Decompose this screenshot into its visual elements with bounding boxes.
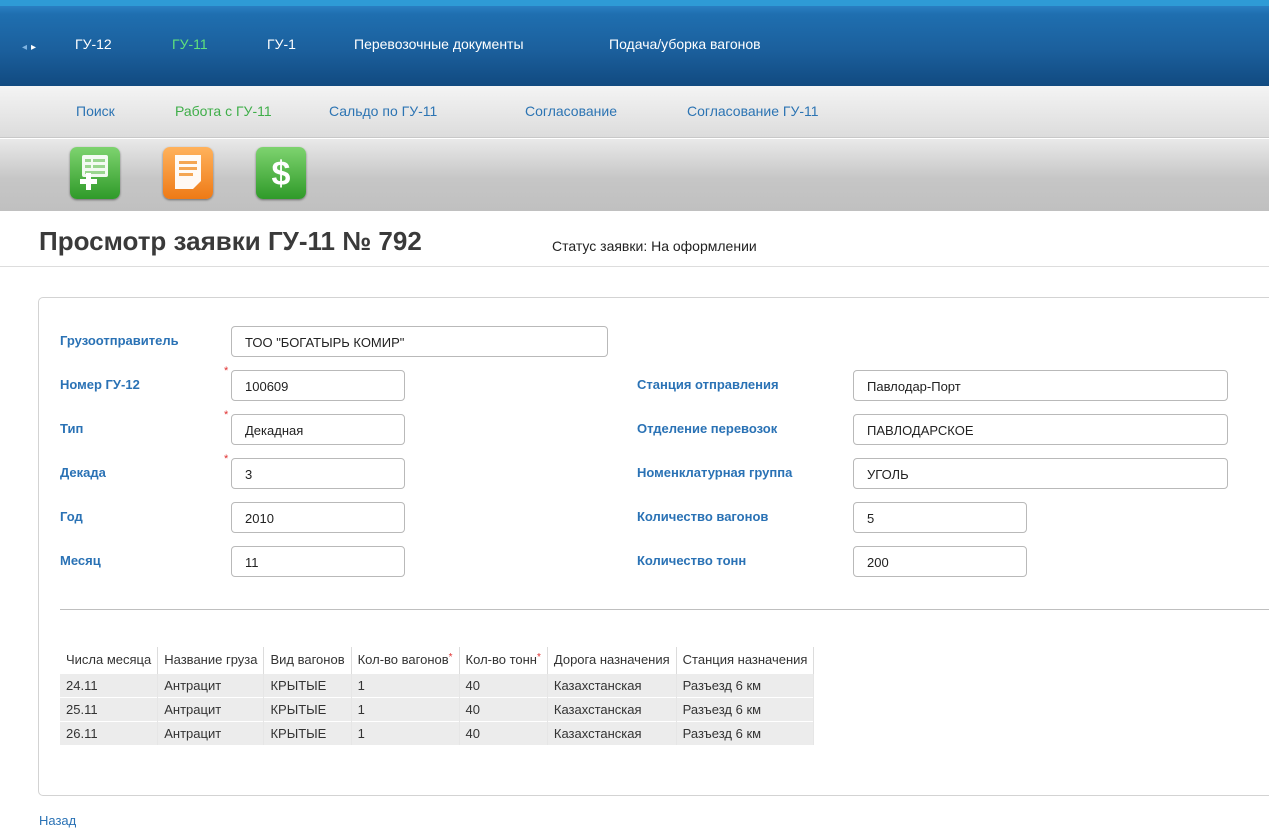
subnav-item-approval-gu11[interactable]: Согласование ГУ-11 — [687, 103, 819, 119]
cell-wagon-count: 1 — [351, 720, 460, 745]
page-title: Просмотр заявки ГУ-11 № 792 — [39, 226, 422, 256]
year-field[interactable]: 2010 — [231, 502, 405, 533]
nav-item-gu11[interactable]: ГУ-11 — [172, 36, 208, 52]
departure-station-field[interactable]: Павлодар-Порт — [853, 370, 1228, 401]
decade-label: Декада — [60, 465, 106, 480]
required-marker: * — [224, 409, 229, 421]
main-nav-bar: ◂▸ ГУ-12 ГУ-11 ГУ-1 Перевозочные докумен… — [0, 0, 1269, 86]
subnav-item-approval[interactable]: Согласование — [525, 103, 617, 119]
col-header-wagon-count: Кол-во вагонов* — [351, 647, 460, 673]
request-status: Статус заявки: На оформлении — [552, 238, 757, 254]
col-header-dates: Числа месяца — [60, 647, 159, 673]
title-divider — [0, 266, 1269, 267]
add-document-button[interactable] — [70, 147, 120, 199]
tonnage-label: Количество тонн — [637, 553, 747, 568]
cell-wagon-type: КРЫТЫЕ — [263, 696, 352, 721]
payment-button[interactable]: $ — [256, 147, 306, 199]
document-button[interactable] — [163, 147, 213, 199]
nav-item-wagon-supply[interactable]: Подача/уборка вагонов — [609, 36, 761, 52]
subnav-item-search[interactable]: Поиск — [76, 103, 115, 119]
table-row[interactable]: 24.11 Антрацит КРЫТЫЕ 1 40 Казахстанская… — [60, 672, 815, 697]
cell-tonnage: 40 — [459, 696, 548, 721]
form-divider — [60, 609, 1269, 610]
transport-division-label: Отделение перевозок — [637, 421, 778, 436]
nomenclature-group-label: Номенклатурная группа — [637, 465, 793, 480]
col-header-dest-road: Дорога назначения — [547, 647, 677, 673]
year-label: Год — [60, 509, 83, 524]
cell-wagon-type: КРЫТЫЕ — [263, 672, 352, 697]
cell-date: 24.11 — [60, 672, 159, 697]
cell-date: 25.11 — [60, 696, 159, 721]
transport-division-field[interactable]: ПАВЛОДАРСКОЕ — [853, 414, 1228, 445]
required-marker: * — [224, 365, 229, 377]
decade-field[interactable]: 3 — [231, 458, 405, 489]
required-marker: * — [224, 453, 229, 465]
departure-station-label: Станция отправления — [637, 377, 779, 392]
cell-dest-station: Разъезд 6 км — [676, 672, 815, 697]
nav-scroll-arrows[interactable]: ◂▸ — [22, 42, 40, 53]
required-marker: * — [448, 652, 453, 664]
col-header-wagon-type: Вид вагонов — [263, 647, 352, 673]
sub-nav-bar: Поиск Работа с ГУ-11 Сальдо по ГУ-11 Сог… — [0, 86, 1269, 138]
shipper-label: Грузоотправитель — [60, 333, 179, 348]
cell-date: 26.11 — [60, 720, 159, 745]
tonnage-field[interactable]: 200 — [853, 546, 1027, 577]
cell-wagon-type: КРЫТЫЕ — [263, 720, 352, 745]
nomenclature-group-field[interactable]: УГОЛЬ — [853, 458, 1228, 489]
wagon-count-label: Количество вагонов — [637, 509, 769, 524]
cell-dest-road: Казахстанская — [547, 672, 677, 697]
col-header-cargo: Название груза — [157, 647, 265, 673]
svg-text:$: $ — [272, 155, 291, 193]
month-label: Месяц — [60, 553, 101, 568]
cell-cargo: Антрацит — [157, 696, 265, 721]
dollar-icon: $ — [272, 155, 291, 193]
cell-wagon-count: 1 — [351, 696, 460, 721]
subnav-item-work-gu11[interactable]: Работа с ГУ-11 — [175, 103, 272, 119]
toolbar: $ — [0, 139, 1269, 211]
cell-cargo: Антрацит — [157, 672, 265, 697]
cell-dest-road: Казахстанская — [547, 720, 677, 745]
required-marker: * — [536, 652, 541, 664]
type-label: Тип — [60, 421, 84, 436]
wagon-count-field[interactable]: 5 — [853, 502, 1027, 533]
cell-tonnage: 40 — [459, 720, 548, 745]
cell-tonnage: 40 — [459, 672, 548, 697]
shipper-field[interactable]: ТОО "БОГАТЫРЬ КОМИР" — [231, 326, 608, 357]
cell-wagon-count: 1 — [351, 672, 460, 697]
table-row[interactable]: 26.11 Антрацит КРЫТЫЕ 1 40 Казахстанская… — [60, 720, 815, 745]
month-field[interactable]: 11 — [231, 546, 405, 577]
col-header-tonnage: Кол-во тонн* — [459, 647, 548, 673]
type-field[interactable]: Декадная — [231, 414, 405, 445]
nav-item-gu12[interactable]: ГУ-12 — [75, 36, 112, 52]
nav-item-gu1[interactable]: ГУ-1 — [267, 36, 296, 52]
table-header-row: Числа месяца Название груза Вид вагонов … — [60, 647, 815, 673]
gu12-number-field[interactable]: 100609 — [231, 370, 405, 401]
cell-dest-road: Казахстанская — [547, 696, 677, 721]
cell-cargo: Антрацит — [157, 720, 265, 745]
subnav-item-balance[interactable]: Сальдо по ГУ-11 — [329, 103, 437, 119]
nav-item-transport-docs[interactable]: Перевозочные документы — [354, 36, 524, 52]
cell-dest-station: Разъезд 6 км — [676, 696, 815, 721]
schedule-table: Числа месяца Название груза Вид вагонов … — [60, 647, 815, 745]
document-icon — [175, 155, 201, 189]
col-header-dest-station: Станция назначения — [676, 647, 815, 673]
cell-dest-station: Разъезд 6 км — [676, 720, 815, 745]
table-row[interactable]: 25.11 Антрацит КРЫТЫЕ 1 40 Казахстанская… — [60, 696, 815, 721]
back-link[interactable]: Назад — [39, 813, 76, 828]
gu12-number-label: Номер ГУ-12 — [60, 377, 140, 392]
add-document-icon — [80, 155, 108, 190]
